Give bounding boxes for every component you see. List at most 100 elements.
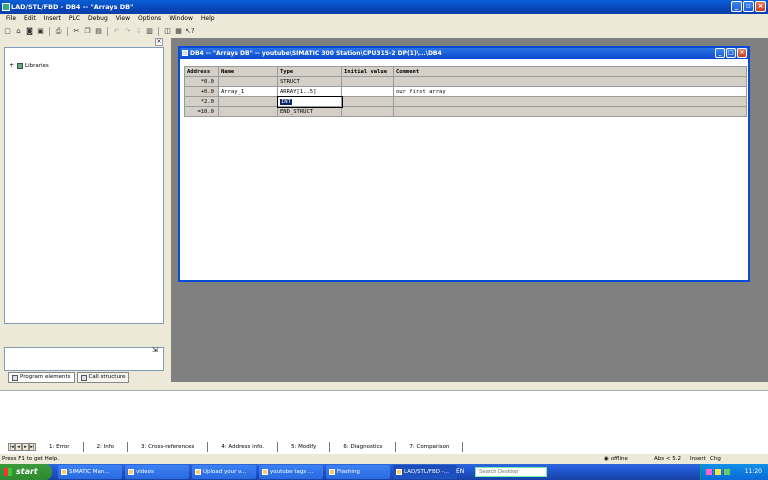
minimize-button[interactable]: _ <box>731 1 742 12</box>
expand-icon[interactable]: + <box>9 62 15 69</box>
cell-name[interactable] <box>218 76 278 87</box>
app-title: LAD/STL/FBD - DB4 -- "Arrays DB" <box>11 3 134 11</box>
redo-icon[interactable]: ↷ <box>123 27 132 36</box>
cell-address: =10.0 <box>184 106 219 117</box>
status-help-text: Press F1 to get Help. <box>2 456 59 462</box>
tray-app-icon[interactable] <box>706 469 712 475</box>
next-tab-icon[interactable]: ▸ <box>22 442 29 451</box>
col-comment: Comment <box>393 66 747 77</box>
status-abs: Abs < 5.2 <box>654 456 681 462</box>
menu-window[interactable]: Window <box>165 14 197 24</box>
task-button[interactable]: SIMATIC Man... <box>58 465 122 479</box>
menu-debug[interactable]: Debug <box>84 14 112 24</box>
menu-plc[interactable]: PLC <box>65 14 84 24</box>
save-icon[interactable]: ▣ <box>36 27 45 36</box>
task-label: SIMATIC Man... <box>69 469 110 475</box>
print-icon[interactable]: ⎙ <box>54 27 63 36</box>
cell-name[interactable] <box>218 96 278 107</box>
table-row[interactable]: =10.0 END_STRUCT <box>184 106 747 117</box>
status-bar: Press F1 to get Help. ◉ offline Abs < 5.… <box>0 455 768 464</box>
cell-type-selected[interactable]: INT <box>276 95 343 108</box>
tab-program-elements[interactable]: Program elements <box>8 372 75 383</box>
insert-element-icon[interactable]: ⇲ <box>152 346 161 355</box>
clock: 11:20 <box>744 468 762 475</box>
new-icon[interactable]: ▢ <box>3 27 12 36</box>
menu-view[interactable]: View <box>112 14 134 24</box>
tab-call-structure[interactable]: Call structure <box>76 372 130 383</box>
pane-close-icon[interactable]: × <box>155 38 163 46</box>
restore-button[interactable]: ▫ <box>743 1 754 12</box>
cell-name[interactable] <box>218 106 278 117</box>
cell-initial[interactable] <box>341 86 394 97</box>
close-button[interactable]: × <box>755 1 766 12</box>
desktop-search-input[interactable] <box>475 467 547 477</box>
paste-icon[interactable]: ▤ <box>94 27 103 36</box>
cell-comment[interactable] <box>393 76 747 87</box>
language-indicator[interactable]: EN <box>456 464 464 480</box>
task-button[interactable]: Upload your v... <box>192 465 256 479</box>
monitor-icon[interactable]: ▥ <box>145 27 154 36</box>
status-mode-text: offline <box>610 456 628 462</box>
cell-initial[interactable] <box>341 76 394 87</box>
cell-address: +0.0 <box>184 86 219 97</box>
cell-comment[interactable]: our first array <box>393 86 747 97</box>
tree-item-libraries[interactable]: + Libraries <box>9 62 49 69</box>
overview-icon[interactable]: ◫ <box>163 27 172 36</box>
table-row[interactable]: *2.0 INT <box>184 95 747 108</box>
cell-type-text: INT <box>280 98 292 105</box>
app-titlebar[interactable]: LAD/STL/FBD - DB4 -- "Arrays DB" _ ▫ × <box>0 0 768 14</box>
first-tab-icon[interactable]: |◂ <box>8 442 15 451</box>
catalog-icon[interactable]: ▦ <box>174 27 183 36</box>
cell-type[interactable]: ARRAY[1..5] <box>277 86 342 97</box>
open-icon[interactable]: ⌂ <box>14 27 23 36</box>
cell-address: *2.0 <box>184 96 219 107</box>
folder-icon <box>329 469 335 475</box>
db-close-button[interactable]: × <box>737 48 747 58</box>
download-icon[interactable]: ⇩ <box>134 27 143 36</box>
menu-options[interactable]: Options <box>134 14 165 24</box>
task-button[interactable]: youtube tags ... <box>259 465 323 479</box>
cell-initial[interactable] <box>341 96 394 107</box>
menu-edit[interactable]: Edit <box>20 14 40 24</box>
tab-address-info[interactable]: 4: Address info. <box>208 441 279 452</box>
tab-info[interactable]: 2: Info <box>84 441 129 452</box>
tab-modify[interactable]: 5: Modify <box>278 441 331 452</box>
tray-network-icon[interactable] <box>724 469 730 475</box>
db-titlebar[interactable]: DB4 -- "Arrays DB" -- youtube\SIMATIC 30… <box>180 48 748 59</box>
undo-icon[interactable]: ↶ <box>112 27 121 36</box>
prev-tab-icon[interactable]: ◂ <box>15 442 22 451</box>
task-button[interactable]: videos <box>125 465 189 479</box>
online-icon[interactable]: ◙ <box>25 27 34 36</box>
table-row[interactable]: *0.0 STRUCT <box>184 76 747 87</box>
tab-cross-references[interactable]: 3: Cross-references <box>128 441 209 452</box>
tree-item-label: Libraries <box>25 62 49 69</box>
db-editor-window: DB4 -- "Arrays DB" -- youtube\SIMATIC 30… <box>178 46 750 282</box>
cell-type[interactable]: END_STRUCT <box>277 106 342 117</box>
tab-diagnostics[interactable]: 6: Diagnostics <box>330 441 397 452</box>
task-button-active[interactable]: LAD/STL/FBD -... <box>393 465 457 479</box>
menu-help[interactable]: Help <box>197 14 219 24</box>
table-row[interactable]: +0.0 Array_1 ARRAY[1..5] our first array <box>184 86 747 97</box>
cell-comment[interactable] <box>393 96 747 107</box>
copy-icon[interactable]: ❐ <box>83 27 92 36</box>
menu-insert[interactable]: Insert <box>40 14 65 24</box>
db-minimize-button[interactable]: _ <box>715 48 725 58</box>
tab-error[interactable]: 1: Error <box>36 441 84 452</box>
db-title: DB4 -- "Arrays DB" -- youtube\SIMATIC 30… <box>190 50 442 57</box>
cell-name[interactable]: Array_1 <box>218 86 278 97</box>
cell-initial[interactable] <box>341 106 394 117</box>
task-button[interactable]: Flashing <box>326 465 390 479</box>
tab-comparison[interactable]: 7: Comparison <box>396 441 464 452</box>
cut-icon[interactable]: ✂ <box>72 27 81 36</box>
tray-volume-icon[interactable] <box>715 469 721 475</box>
whats-this-icon[interactable]: ↖? <box>185 27 195 36</box>
cell-type[interactable]: STRUCT <box>277 76 342 87</box>
offline-icon: ◉ <box>604 456 609 462</box>
element-tree[interactable]: + Libraries <box>4 47 164 324</box>
pane-splitter[interactable] <box>4 324 164 347</box>
start-button[interactable]: start <box>0 464 52 480</box>
db-maximize-button[interactable]: □ <box>726 48 736 58</box>
last-tab-icon[interactable]: ▸| <box>29 442 36 451</box>
menu-file[interactable]: File <box>2 14 20 24</box>
cell-comment[interactable] <box>393 106 747 117</box>
